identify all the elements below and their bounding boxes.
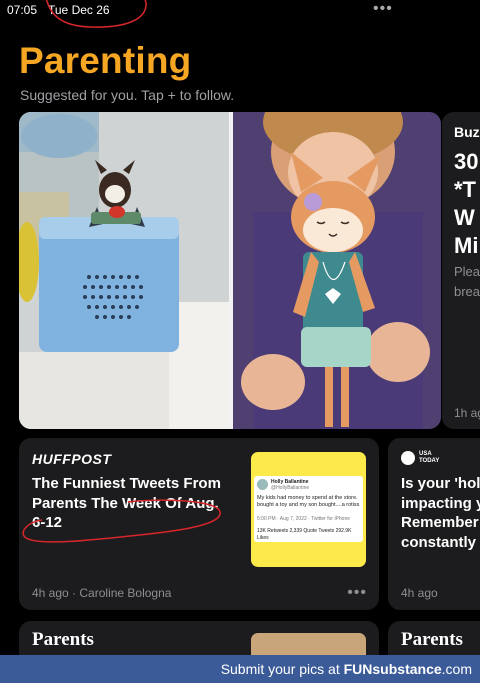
more-options-icon[interactable]: ••• — [347, 584, 367, 602]
fox-doll-photo — [233, 112, 441, 429]
hero-story-card[interactable] — [19, 112, 441, 429]
parents-logo: Parents — [32, 629, 94, 650]
tweet-screenshot: Holly Ballantine @HollyBallantine My kid… — [254, 476, 363, 542]
tweet-text: My kids had money to spend at the store.… — [257, 495, 360, 508]
status-date: Tue Dec 26 — [48, 3, 110, 17]
story-headline: The Funniest Tweets From Parents The Wee… — [32, 475, 221, 531]
watermark-footer: Submit your pics at FUNsubstance.com — [0, 655, 480, 683]
tweet-handle: @HollyBallantine — [271, 485, 310, 491]
story-author: Caroline Bologna — [79, 586, 172, 600]
side-story-card[interactable]: Buz 30 *T W Mi Plea brea 1h ag — [442, 112, 480, 429]
tweet-stats: 13K Retweets 2,339 Quote Tweets 292.9K L… — [257, 528, 352, 541]
side-story-source: Buz — [454, 124, 480, 140]
story-meta: 4h ago · Caroline Bologna — [32, 586, 171, 600]
huffpost-logo: HUFFPOST — [32, 451, 112, 467]
usa-today-logo: USA TODAY — [401, 450, 461, 466]
side-story-snippet: Plea brea — [454, 264, 480, 299]
status-bar: 07:05 Tue Dec 26 ••• — [0, 0, 480, 26]
watermark-text: Submit your pics at FUNsubstance.com — [220, 661, 472, 677]
usa-today-dot-icon — [401, 451, 415, 465]
story-headline: Is your 'holi impacting y Remember const… — [401, 475, 480, 551]
side-story-headline: 30 *T W Mi — [454, 149, 479, 258]
side-story-time: 1h ag — [454, 406, 480, 420]
story-card-huffpost[interactable]: HUFFPOST The Funniest Tweets From Parent… — [19, 438, 379, 610]
status-time: 07:05 — [7, 3, 38, 17]
page-subtitle: Suggested for you. Tap + to follow. — [20, 87, 235, 103]
parents-logo: Parents — [401, 629, 463, 650]
tweet-date: 5:00 PM · Aug 7, 2022 · Twitter for iPho… — [257, 516, 351, 522]
story-card-usa-today[interactable]: USA TODAY Is your 'holi impacting y Reme… — [388, 438, 480, 610]
usa-today-wordmark: USA TODAY — [419, 451, 440, 464]
story-thumbnail: Holly Ballantine @HollyBallantine My kid… — [251, 452, 366, 567]
story-time: 4h ago — [401, 586, 438, 600]
page-title: Parenting — [19, 40, 192, 81]
multitasking-dots-icon[interactable]: ••• — [373, 0, 393, 18]
toy-speaker-photo — [19, 112, 229, 429]
story-time: 4h ago — [32, 586, 69, 600]
tweet-avatar — [257, 479, 268, 490]
